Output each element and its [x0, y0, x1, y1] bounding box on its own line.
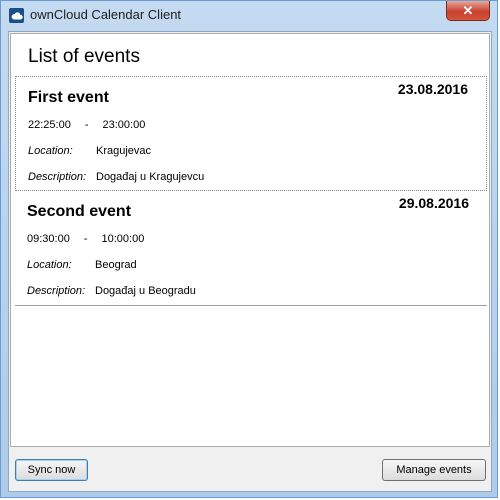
description-label: Description:: [28, 171, 87, 183]
cloud-icon: [9, 8, 24, 23]
event-location: Kragujevac: [96, 145, 152, 157]
page-title: List of events: [28, 46, 140, 67]
close-icon: ✕: [462, 2, 474, 18]
event-divider: [15, 305, 487, 306]
event-end-time: 10:00:00: [101, 233, 145, 245]
manage-events-button[interactable]: Manage events: [382, 459, 486, 481]
client-area: List of events 23.08.2016 First event 22…: [8, 31, 492, 492]
event-title: First event: [28, 89, 109, 106]
app-window: ownCloud Calendar Client ✕ List of event…: [0, 0, 498, 498]
time-separator: -: [84, 119, 89, 131]
event-date: 23.08.2016: [397, 81, 468, 97]
time-separator: -: [83, 233, 88, 245]
event-time: 22:25:00 - 23:00:00: [28, 119, 145, 131]
event-description-row: Description: Događaj u Kragujevcu: [28, 171, 204, 183]
location-label: Location:: [28, 145, 73, 157]
event-item[interactable]: 23.08.2016 First event 22:25:00 - 23:00:00…: [15, 76, 487, 191]
title-bar[interactable]: ownCloud Calendar Client ✕: [1, 1, 499, 31]
event-location: Beograd: [95, 259, 137, 271]
cloud-icon-glyph: [11, 12, 23, 20]
event-description-row: Description: Događaj u Beogradu: [27, 285, 196, 297]
sync-now-button[interactable]: Sync now: [15, 459, 88, 481]
window-title: ownCloud Calendar Client: [30, 7, 182, 22]
event-end-time: 23:00:00: [102, 119, 146, 131]
event-description: Događaj u Kragujevcu: [96, 171, 205, 183]
description-label: Description:: [27, 285, 86, 297]
event-start-time: 22:25:00: [28, 119, 71, 131]
event-location-row: Location: Beograd: [27, 259, 137, 271]
event-item[interactable]: 29.08.2016 Second event 09:30:00 - 10:00:0…: [15, 191, 487, 306]
location-label: Location:: [27, 259, 72, 271]
event-time: 09:30:00 - 10:00:00: [27, 233, 144, 245]
event-description: Događaj u Beogradu: [95, 285, 196, 297]
event-start-time: 09:30:00: [27, 233, 70, 245]
close-button[interactable]: ✕: [446, 1, 490, 21]
event-date: 29.08.2016: [398, 195, 469, 211]
event-title: Second event: [27, 203, 132, 220]
events-list-panel: List of events 23.08.2016 First event 22…: [10, 33, 490, 447]
event-location-row: Location: Kragujevac: [28, 145, 151, 157]
